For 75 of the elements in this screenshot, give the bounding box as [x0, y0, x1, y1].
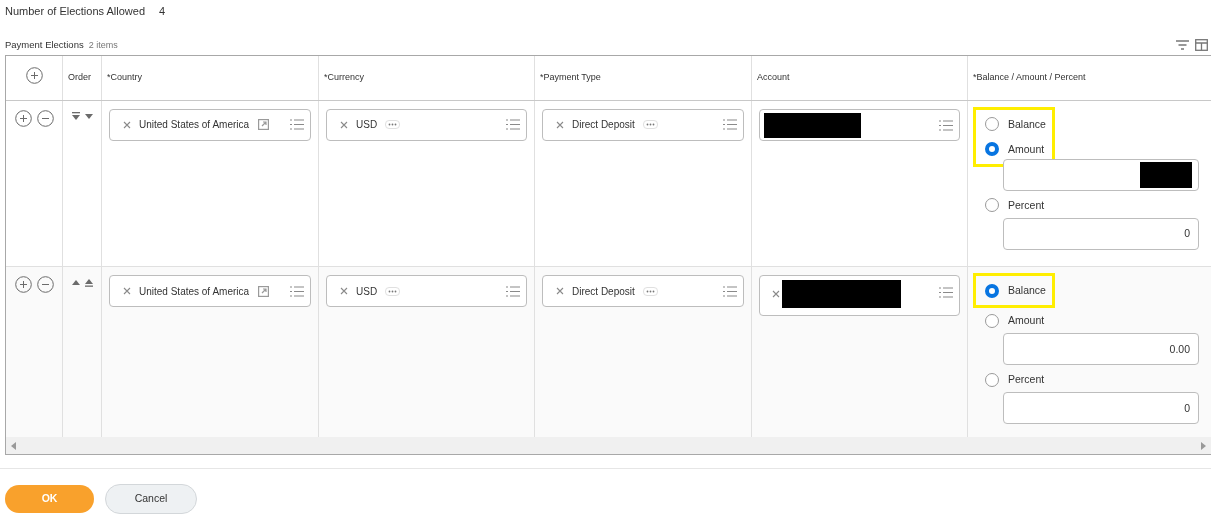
list-icon[interactable] — [939, 119, 953, 131]
column-header: *Currency — [324, 71, 364, 85]
radio-button[interactable] — [985, 117, 999, 132]
field-value: 0.00 — [1169, 341, 1191, 357]
option-label: Balance — [1008, 116, 1046, 132]
column-header: *Country — [107, 71, 142, 85]
field-value: 0 — [1184, 400, 1191, 416]
field-label: Number of Elections Allowed — [5, 3, 145, 19]
horizontal-scrollbar[interactable] — [6, 437, 1211, 454]
move-to-top-icon[interactable] — [83, 278, 94, 288]
item-count: 2 items — [88, 38, 118, 52]
list-icon[interactable] — [723, 285, 737, 297]
radio-button[interactable] — [985, 142, 999, 157]
selected-value: USD — [356, 284, 378, 299]
cancel-button[interactable]: Cancel — [105, 484, 197, 514]
move-down-icon[interactable] — [83, 111, 94, 121]
option-label: Amount — [1008, 141, 1045, 157]
selected-value: United States of America — [139, 284, 250, 299]
selected-value: USD — [356, 118, 378, 133]
column-header: *Balance / Amount / Percent — [973, 71, 1086, 85]
columns-icon[interactable] — [1195, 39, 1208, 51]
clear-icon[interactable] — [556, 120, 564, 129]
move-up-icon[interactable] — [70, 278, 81, 288]
column-header: Account — [757, 71, 790, 85]
number-field[interactable]: 0.00 — [1003, 333, 1199, 366]
option-label: Balance — [1008, 283, 1046, 299]
number-field[interactable] — [1003, 158, 1199, 191]
add-row-icon[interactable] — [25, 67, 43, 84]
scroll-left-icon[interactable] — [11, 441, 16, 450]
field-value: 4 — [159, 3, 166, 19]
move-to-bottom-icon[interactable] — [70, 111, 81, 121]
clear-icon[interactable] — [123, 120, 131, 129]
account-field[interactable] — [759, 108, 960, 141]
clear-icon[interactable] — [772, 290, 780, 299]
prompt-field[interactable]: USD — [326, 108, 527, 141]
clear-icon[interactable] — [340, 287, 348, 296]
radio-button[interactable] — [985, 372, 999, 387]
add-icon[interactable] — [14, 109, 32, 127]
remove-icon[interactable] — [36, 109, 54, 127]
external-link-icon[interactable] — [258, 119, 270, 131]
list-icon[interactable] — [506, 119, 520, 131]
prompt-field[interactable]: Direct Deposit — [542, 275, 744, 308]
clear-icon[interactable] — [556, 287, 564, 296]
option-label: Amount — [1008, 313, 1045, 329]
list-icon[interactable] — [290, 285, 304, 297]
radio-button[interactable] — [985, 313, 999, 328]
external-link-icon[interactable] — [258, 285, 270, 297]
prompt-field[interactable]: United States of America — [109, 275, 311, 308]
option-label: Percent — [1008, 197, 1045, 213]
list-icon[interactable] — [723, 119, 737, 131]
radio-button[interactable] — [985, 283, 999, 298]
prompt-field[interactable]: Direct Deposit — [542, 108, 744, 141]
remove-icon[interactable] — [36, 276, 54, 294]
radio-button[interactable] — [985, 198, 999, 213]
filter-icon[interactable] — [1176, 40, 1189, 50]
grid-title: Payment Elections — [5, 37, 84, 52]
add-icon[interactable] — [14, 276, 32, 294]
list-icon[interactable] — [506, 285, 520, 297]
clear-icon[interactable] — [340, 120, 348, 129]
column-header: *Payment Type — [540, 71, 601, 85]
scroll-right-icon[interactable] — [1201, 441, 1206, 450]
number-field[interactable]: 0 — [1003, 392, 1199, 425]
field-value: 0 — [1184, 226, 1191, 241]
list-icon[interactable] — [290, 119, 304, 131]
prompt-field[interactable]: USD — [326, 275, 527, 308]
selected-value: United States of America — [139, 118, 250, 133]
prompt-field[interactable]: United States of America — [109, 108, 311, 141]
clear-icon[interactable] — [123, 287, 131, 296]
number-field[interactable]: 0 — [1003, 217, 1199, 250]
selected-value: Direct Deposit — [572, 118, 635, 133]
option-label: Percent — [1008, 372, 1045, 388]
selected-value: Direct Deposit — [572, 284, 635, 299]
column-header: Order — [68, 71, 91, 85]
account-field[interactable] — [759, 275, 960, 317]
list-icon[interactable] — [939, 287, 953, 299]
